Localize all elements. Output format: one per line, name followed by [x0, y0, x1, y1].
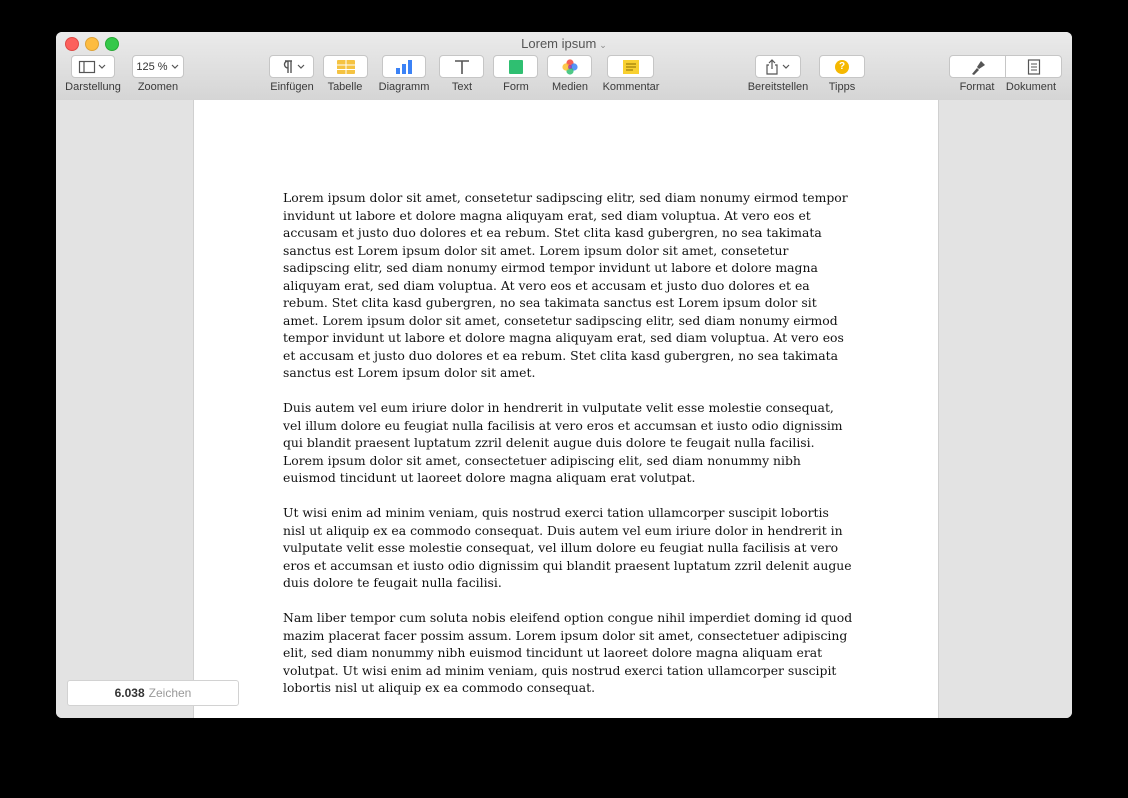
- medien-button[interactable]: [547, 55, 592, 78]
- tipps-button[interactable]: ?: [819, 55, 865, 78]
- tabelle-button[interactable]: [323, 55, 368, 78]
- form-button[interactable]: [493, 55, 538, 78]
- document-body[interactable]: Lorem ipsum dolor sit amet, consetetur s…: [283, 189, 853, 714]
- bereitstellen-label: Bereitstellen: [747, 81, 809, 93]
- char-count: 6.038: [114, 686, 145, 700]
- tipps-label: Tipps: [828, 81, 856, 93]
- tabelle-label: Tabelle: [327, 81, 363, 93]
- bereitstellen-button[interactable]: [755, 55, 801, 78]
- form-label: Form: [503, 81, 529, 93]
- document-page[interactable]: Lorem ipsum dolor sit amet, consetetur s…: [193, 100, 939, 718]
- toolbar: Lorem ipsum ⌄ Darstellung 125 % Zoomen Ei…: [56, 32, 1072, 101]
- comment-icon: [622, 59, 639, 74]
- text-icon: [454, 59, 469, 74]
- title-chevron-icon: ⌄: [599, 40, 607, 50]
- inspector-segment: [949, 55, 1062, 78]
- paragraph: Ut wisi enim ad minim veniam, quis nostr…: [283, 505, 852, 590]
- format-label: Format: [959, 81, 995, 93]
- window-title-text: Lorem ipsum: [521, 36, 597, 51]
- shape-icon: [508, 59, 523, 74]
- chevron-down-icon: [171, 64, 179, 69]
- darstellung-label: Darstellung: [65, 81, 121, 93]
- word-count-badge[interactable]: 6.038 Zeichen: [67, 680, 239, 706]
- zoom-value: 125 %: [136, 60, 168, 73]
- window-title[interactable]: Lorem ipsum ⌄: [56, 36, 1072, 51]
- paragraph: Duis autem vel eum iriure dolor in hendr…: [283, 400, 843, 485]
- sidebar-view-icon: [78, 60, 106, 73]
- document-icon: [1027, 58, 1040, 75]
- kommentar-button[interactable]: [607, 55, 654, 78]
- text-button[interactable]: [439, 55, 484, 78]
- table-icon: [336, 59, 355, 74]
- darstellung-button[interactable]: [71, 55, 115, 78]
- share-icon: [766, 58, 790, 75]
- char-unit: Zeichen: [148, 686, 192, 700]
- paragraph-icon: [283, 59, 304, 73]
- document-canvas: Lorem ipsum dolor sit amet, consetetur s…: [56, 100, 1072, 718]
- einfuegen-button[interactable]: [269, 55, 314, 78]
- medien-label: Medien: [551, 81, 589, 93]
- tips-icon: ?: [835, 59, 849, 74]
- bar-chart-icon: [396, 59, 412, 74]
- diagramm-button[interactable]: [382, 55, 426, 78]
- dokument-button[interactable]: [1006, 56, 1061, 77]
- format-brush-icon: [971, 60, 985, 75]
- format-button[interactable]: [950, 56, 1006, 77]
- paragraph: Nam liber tempor cum soluta nobis eleife…: [283, 610, 853, 695]
- kommentar-label: Kommentar: [602, 81, 660, 93]
- diagramm-label: Diagramm: [378, 81, 430, 93]
- media-icon: [561, 58, 578, 75]
- einfuegen-label: Einfügen: [270, 81, 314, 93]
- text-label: Text: [451, 81, 473, 93]
- zoom-label: Zoomen: [137, 81, 179, 93]
- tips-icon-glyph: ?: [838, 61, 846, 72]
- paragraph: Lorem ipsum dolor sit amet, consetetur s…: [283, 190, 848, 380]
- pages-window: Lorem ipsum ⌄ Darstellung 125 % Zoomen Ei…: [56, 32, 1072, 718]
- zoom-select[interactable]: 125 %: [132, 55, 184, 78]
- dokument-label: Dokument: [1005, 81, 1057, 93]
